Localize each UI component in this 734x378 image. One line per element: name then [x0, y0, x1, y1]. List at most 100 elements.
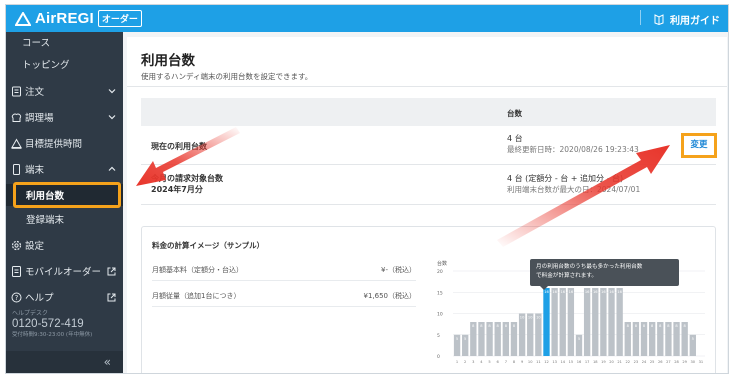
bar-value-label: 16: [601, 290, 606, 294]
x-tick-label: 14: [560, 360, 565, 364]
chart-bar: [543, 288, 550, 356]
y-tick-label: 15: [437, 290, 443, 296]
top-bar: AirREGI オーダー 利用ガイド: [6, 5, 728, 32]
max-usage-date-text: 利用端末台数が最大の日：2024/07/01: [507, 185, 641, 194]
x-tick-label: 25: [650, 360, 655, 364]
chef-hat-icon: [11, 113, 22, 122]
bar-value-label: 10: [536, 316, 541, 320]
chevron-down-icon: [108, 89, 116, 94]
content-card: 利用台数 使用するハンディ端末の利用台数を設定できます。 台数 現在の利用台数 …: [127, 37, 727, 373]
calc-title: 料金の計算イメージ（サンプル）: [152, 241, 265, 250]
sidebar-item-topping[interactable]: トッピング: [6, 54, 123, 74]
chart-bar: [592, 288, 599, 356]
y-tick-label: 5: [437, 333, 440, 339]
page-subtitle: 使用するハンディ端末の利用台数を設定できます。: [141, 72, 313, 81]
tooltip-line-2: で料金が計算されます。: [536, 273, 597, 279]
x-tick-label: 22: [625, 360, 630, 364]
chart-bar: [600, 288, 607, 356]
guide-link[interactable]: 利用ガイド: [640, 10, 720, 27]
chart-bar: [518, 313, 526, 356]
tooltip-line-1: 月の利用台数のうち最も多かった利用台数: [536, 264, 643, 270]
gear-icon: [11, 240, 22, 250]
external-link-icon: [107, 293, 116, 301]
tooltip-arrow: [540, 286, 548, 290]
chevron-up-icon: [108, 166, 116, 171]
chevron-down-icon: [108, 115, 116, 120]
x-tick-label: 23: [634, 360, 639, 364]
sidebar-item-label: 設定: [25, 241, 45, 252]
sidebar-item-mobile-order[interactable]: モバイルオーダー: [6, 261, 123, 281]
collapse-sidebar-button[interactable]: «: [6, 351, 123, 373]
sidebar-item-label: コース: [22, 38, 51, 49]
helpdesk-phone[interactable]: 0120-572-419: [12, 318, 92, 330]
collapse-icon: «: [103, 355, 111, 369]
external-link-icon: [107, 267, 116, 275]
highlight-box: [13, 182, 121, 208]
sidebar-item-target-time[interactable]: 目標提供時間: [6, 133, 123, 153]
table-row-current-count: 現在の利用台数 4 台 最終更新日時：2020/08/26 19:23:43 変…: [141, 126, 717, 165]
bar-value-label: 16: [593, 290, 598, 294]
main-content: 利用台数 使用するハンディ端末の利用台数を設定できます。 台数 現在の利用台数 …: [123, 32, 728, 373]
help-icon: ?: [11, 292, 22, 302]
bar-value-label: 16: [552, 290, 557, 294]
brand-tag: オーダー: [97, 10, 142, 27]
bar-value-label: 16: [609, 290, 614, 294]
device-icon: [13, 163, 20, 175]
chart-bar: [583, 288, 591, 356]
sidebar-item-label: トッピング: [22, 60, 70, 71]
sidebar-item-label: 目標提供時間: [25, 139, 83, 150]
change-button[interactable]: 変更: [681, 133, 717, 158]
chart-bar: [559, 288, 566, 356]
fee-value: ¥-（税込）: [381, 266, 416, 274]
table-header: 台数: [141, 98, 716, 126]
sidebar-item-settings[interactable]: 設定: [6, 235, 123, 255]
current-count-value: 4 台: [507, 134, 523, 143]
mobile-order-icon: [12, 265, 21, 277]
bar-value-label: 16: [560, 290, 565, 294]
sidebar-item-label: 調理場: [25, 113, 54, 124]
sidebar-item-order[interactable]: 注文: [6, 81, 123, 101]
fee-row-base: 月額基本料（定額分・台込） ¥-（税込）: [152, 261, 416, 281]
sidebar: コース トッピング 注文 調理場 目標提供時間 端末 利用台数 登録端末 設定 …: [6, 32, 123, 373]
x-tick-label: 30: [691, 360, 696, 364]
svg-text:?: ?: [15, 294, 19, 302]
sidebar-item-registered-devices[interactable]: 登録端末: [6, 209, 123, 229]
x-tick-label: 1: [456, 360, 458, 364]
x-tick-label: 11: [536, 360, 541, 364]
sidebar-item-help[interactable]: ? ヘルプ: [6, 287, 123, 307]
x-tick-label: 28: [674, 360, 679, 364]
x-tick-label: 10: [528, 360, 533, 364]
app-window: AirREGI オーダー 利用ガイド コース トッピング 注文 調理場 目標提供…: [5, 4, 729, 374]
order-sheet-icon: [12, 86, 21, 96]
row-label-month: 2024年7月分: [151, 185, 203, 194]
chart-bar: [616, 288, 623, 356]
brand-logo[interactable]: AirREGI オーダー: [15, 9, 142, 28]
helpdesk-label: ヘルプデスク: [12, 310, 49, 317]
x-tick-label: 17: [585, 360, 590, 364]
column-header-count: 台数: [507, 109, 522, 118]
fee-calculation-panel: 料金の計算イメージ（サンプル） 月額基本料（定額分・台込） ¥-（税込） 月額従…: [141, 226, 716, 373]
x-tick-label: 3: [472, 360, 474, 364]
fee-label: 月額基本料（定額分・台込）: [152, 266, 243, 274]
title-divider: [127, 86, 727, 87]
helpdesk-info: ヘルプデスク 0120-572-419 受付時間9:30-23:00 (年中無休…: [12, 308, 92, 338]
x-tick-label: 7: [505, 360, 507, 364]
airregi-triangle-icon: [15, 11, 31, 26]
chart-tooltip: 月の利用台数のうち最も多かった利用台数 で料金が計算されます。: [530, 259, 679, 290]
table-row-billing-count: 今月の請求対象台数 2024年7月分 4 台 (定額分 - 台 + 追加分 - …: [141, 165, 716, 205]
sidebar-item-label: モバイルオーダー: [25, 267, 102, 278]
header-divider: [640, 10, 641, 25]
helpdesk-hours: 受付時間9:30-23:00 (年中無休): [12, 332, 93, 338]
sidebar-item-device[interactable]: 端末: [6, 159, 123, 179]
page-title: 利用台数: [141, 53, 195, 69]
x-tick-label: 24: [642, 360, 647, 364]
brand-name: AirREGI: [35, 10, 94, 27]
bar-value-label: 5: [578, 337, 580, 341]
y-axis-label: 台数: [437, 260, 447, 267]
bar-value-label: 16: [544, 290, 549, 294]
guide-label: 利用ガイド: [670, 16, 720, 27]
sidebar-item-kitchen[interactable]: 調理場: [6, 107, 123, 127]
x-tick-label: 15: [569, 360, 574, 364]
sidebar-item-course[interactable]: コース: [6, 32, 123, 52]
sidebar-item-label: 端末: [25, 165, 45, 176]
